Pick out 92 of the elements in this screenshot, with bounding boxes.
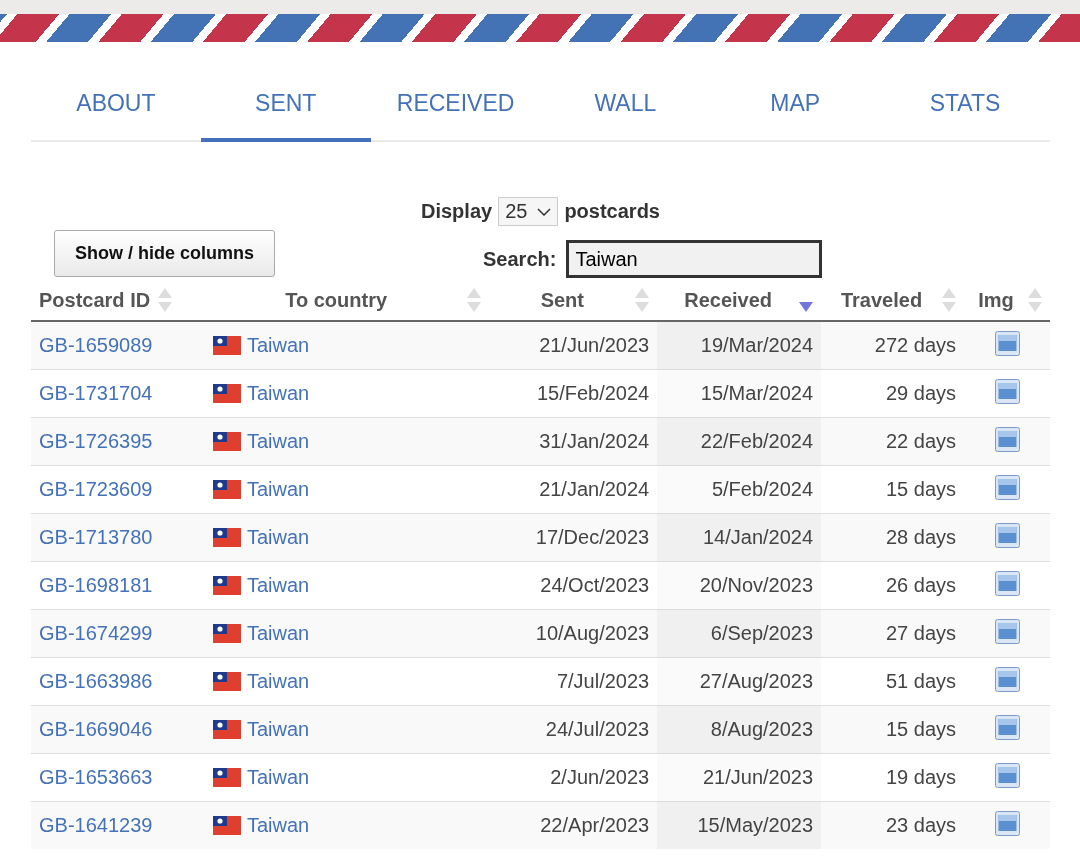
column-header[interactable]: Img bbox=[972, 288, 1020, 312]
image-icon[interactable] bbox=[994, 522, 1020, 548]
nav-tab[interactable]: STATS bbox=[880, 60, 1050, 142]
postcard-id-link[interactable]: GB-1653663 bbox=[39, 766, 153, 788]
flag-icon bbox=[212, 624, 241, 643]
received-date: 21/Jun/2023 bbox=[703, 766, 814, 788]
display-suffix: postcards bbox=[564, 200, 660, 223]
sent-date: 24/Oct/2023 bbox=[540, 574, 650, 596]
received-date: 6/Sep/2023 bbox=[710, 622, 814, 644]
traveled-days: 15 days bbox=[885, 478, 956, 500]
column-header[interactable]: To country bbox=[212, 288, 460, 312]
image-icon[interactable] bbox=[994, 474, 1020, 500]
country-link[interactable]: Taiwan bbox=[246, 622, 310, 645]
nav-tab[interactable]: MAP bbox=[710, 60, 881, 142]
postcard-id-link[interactable]: GB-1723609 bbox=[39, 478, 153, 500]
image-icon[interactable] bbox=[994, 378, 1020, 404]
country-link[interactable]: Taiwan bbox=[246, 670, 310, 693]
country-link[interactable]: Taiwan bbox=[246, 718, 310, 741]
received-date: 19/Mar/2024 bbox=[700, 334, 814, 356]
country-link[interactable]: Taiwan bbox=[246, 814, 310, 837]
sort-descending-icon[interactable] bbox=[799, 302, 814, 312]
sent-date: 17/Dec/2023 bbox=[535, 526, 650, 548]
flag-icon bbox=[212, 432, 241, 451]
search-field[interactable]: Taiwan bbox=[566, 240, 823, 278]
received-date: 14/Jan/2024 bbox=[703, 526, 814, 548]
traveled-days: 28 days bbox=[885, 526, 956, 548]
received-date: 15/May/2023 bbox=[697, 814, 814, 836]
column-header[interactable]: Postcard ID bbox=[39, 288, 151, 312]
image-icon[interactable] bbox=[994, 426, 1020, 452]
nav-tab[interactable]: ABOUT bbox=[31, 60, 201, 142]
postcard-id-link[interactable]: GB-1663986 bbox=[39, 670, 153, 692]
flag-icon bbox=[212, 768, 241, 787]
received-date: 20/Nov/2023 bbox=[699, 574, 814, 596]
page-size-select[interactable]: 25 bbox=[498, 197, 559, 226]
image-icon[interactable] bbox=[994, 666, 1020, 692]
sent-date: 7/Jul/2023 bbox=[556, 670, 650, 692]
image-icon[interactable] bbox=[994, 570, 1020, 596]
show-hide-columns-button[interactable]: Show / hide columns bbox=[54, 230, 275, 277]
traveled-days: 19 days bbox=[885, 766, 956, 788]
flag-icon bbox=[212, 576, 241, 595]
country-link[interactable]: Taiwan bbox=[246, 334, 310, 357]
country-link[interactable]: Taiwan bbox=[246, 382, 310, 405]
postcard-id-link[interactable]: GB-1731704 bbox=[39, 382, 153, 404]
sent-date: 21/Jun/2023 bbox=[539, 334, 650, 356]
nav-tab[interactable]: RECEIVED bbox=[370, 60, 541, 142]
country-link[interactable]: Taiwan bbox=[246, 574, 310, 597]
traveled-days: 22 days bbox=[885, 430, 956, 452]
received-date: 8/Aug/2023 bbox=[710, 718, 814, 740]
flag-icon bbox=[212, 384, 241, 403]
flag-icon bbox=[212, 528, 241, 547]
sent-date: 15/Feb/2024 bbox=[536, 382, 650, 404]
flag-icon bbox=[212, 336, 241, 355]
postcard-id-link[interactable]: GB-1698181 bbox=[39, 574, 153, 596]
received-date: 15/Mar/2024 bbox=[700, 382, 814, 404]
flag-icon bbox=[212, 480, 241, 499]
sent-date: 21/Jan/2024 bbox=[539, 478, 650, 500]
sent-date: 31/Jan/2024 bbox=[539, 430, 650, 452]
traveled-days: 272 days bbox=[874, 334, 956, 356]
flag-icon bbox=[212, 816, 241, 835]
traveled-days: 27 days bbox=[885, 622, 956, 644]
image-icon[interactable] bbox=[994, 714, 1020, 740]
column-header[interactable]: Sent bbox=[497, 288, 628, 312]
traveled-days: 26 days bbox=[885, 574, 956, 596]
sent-date: 22/Apr/2023 bbox=[540, 814, 650, 836]
received-date: 5/Feb/2024 bbox=[711, 478, 814, 500]
country-link[interactable]: Taiwan bbox=[246, 526, 310, 549]
image-icon[interactable] bbox=[994, 618, 1020, 644]
display-label: Display bbox=[421, 200, 493, 223]
country-link[interactable]: Taiwan bbox=[246, 478, 310, 501]
country-link[interactable]: Taiwan bbox=[246, 430, 310, 453]
traveled-days: 29 days bbox=[885, 382, 956, 404]
flag-icon bbox=[212, 672, 241, 691]
chevron-down-icon bbox=[537, 207, 552, 216]
image-icon[interactable] bbox=[994, 810, 1020, 836]
flag-icon bbox=[212, 720, 241, 739]
image-icon[interactable] bbox=[994, 762, 1020, 788]
traveled-days: 15 days bbox=[885, 718, 956, 740]
received-date: 22/Feb/2024 bbox=[700, 430, 814, 452]
nav-tab[interactable]: WALL bbox=[540, 60, 711, 142]
image-icon[interactable] bbox=[994, 330, 1020, 356]
sent-date: 2/Jun/2023 bbox=[550, 766, 650, 788]
nav-tab[interactable]: SENT bbox=[200, 60, 371, 142]
sent-date: 24/Jul/2023 bbox=[545, 718, 650, 740]
received-date: 27/Aug/2023 bbox=[699, 670, 814, 692]
column-header[interactable]: Received bbox=[665, 288, 792, 312]
traveled-days: 51 days bbox=[885, 670, 956, 692]
country-link[interactable]: Taiwan bbox=[246, 766, 310, 789]
column-header[interactable]: Traveled bbox=[829, 288, 934, 312]
sent-date: 10/Aug/2023 bbox=[535, 622, 650, 644]
search-label: Search: bbox=[483, 247, 557, 271]
select-value: 25 bbox=[505, 200, 528, 223]
traveled-days: 23 days bbox=[885, 814, 956, 836]
